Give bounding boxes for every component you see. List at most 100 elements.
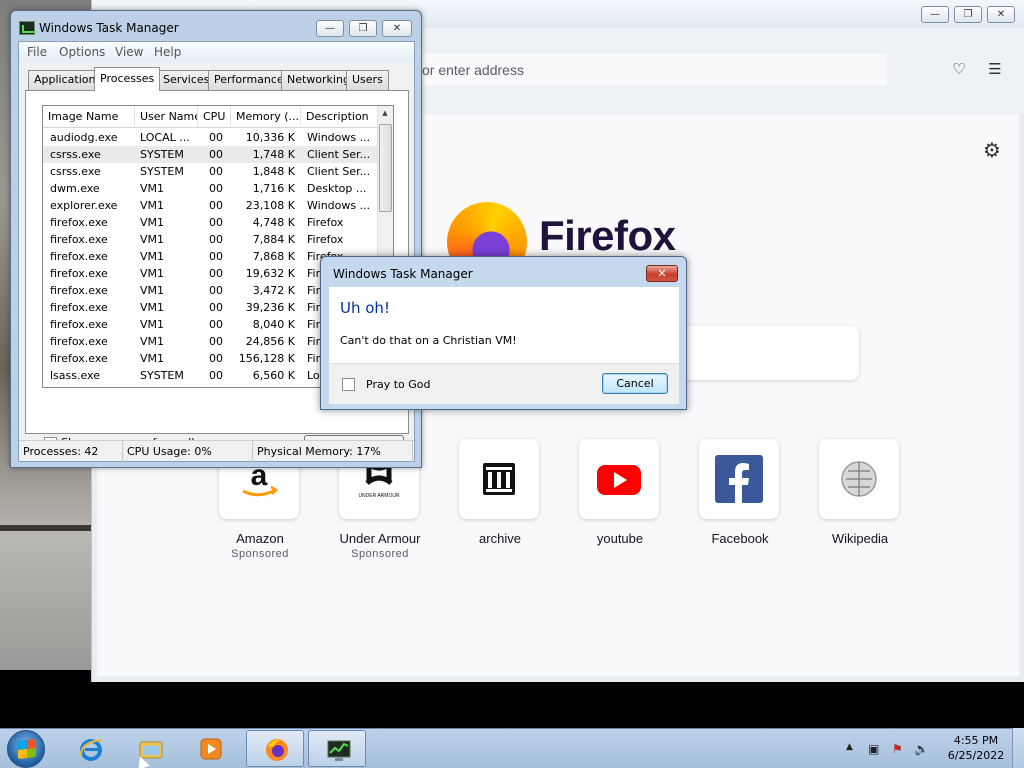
process-user-name: VM1 xyxy=(140,352,165,365)
tm-minimize-button[interactable]: — xyxy=(316,20,344,37)
taskbar-media-player[interactable] xyxy=(181,730,239,767)
clock[interactable]: 4:55 PM 6/25/2022 xyxy=(946,733,1006,763)
process-row[interactable]: csrss.exe SYSTEM 00 1,848 K Client Ser... xyxy=(43,163,379,180)
process-description: Windows ... xyxy=(307,199,371,212)
process-memory: 6,560 K xyxy=(252,369,295,382)
process-user-name: VM1 xyxy=(140,182,165,195)
youtube-icon xyxy=(597,465,641,495)
cancel-button[interactable]: Cancel xyxy=(602,373,668,394)
action-center-icon[interactable]: ⚑ xyxy=(892,742,903,756)
process-memory: 4,748 K xyxy=(252,216,295,229)
menu-bar: File Options View Help xyxy=(19,42,414,62)
network-icon[interactable]: ▣ xyxy=(868,742,879,756)
process-row[interactable]: csrss.exe SYSTEM 00 1,748 K Client Ser... xyxy=(43,146,379,163)
taskbar-file-explorer[interactable] xyxy=(121,730,179,767)
status-bar: Processes: 42 CPU Usage: 0% Physical Mem… xyxy=(19,440,414,462)
process-memory: 1,748 K xyxy=(252,148,295,161)
column-memory[interactable]: Memory (... xyxy=(231,106,301,128)
tab-services[interactable]: Services xyxy=(157,70,216,90)
address-bar[interactable]: or enter address xyxy=(392,54,887,86)
start-button[interactable] xyxy=(7,730,45,768)
pray-checkbox-label[interactable]: Pray to God xyxy=(366,378,431,391)
tile-label: Wikipedia xyxy=(831,531,889,546)
dialog-close-button[interactable]: ✕ xyxy=(646,265,678,282)
process-cpu: 00 xyxy=(209,182,223,195)
top-site-facebook[interactable]: Facebook xyxy=(699,439,781,546)
tile-label: archive xyxy=(479,531,521,546)
top-site-wikipedia[interactable]: Wikipedia xyxy=(819,439,901,546)
tile-box xyxy=(819,439,899,519)
menu-view[interactable]: View xyxy=(115,45,143,59)
process-cpu: 00 xyxy=(209,131,223,144)
process-user-name: SYSTEM xyxy=(140,369,184,382)
taskbar: ▲ ▣ ⚑ 🔈 xyxy=(0,728,1024,768)
menu-options[interactable]: Options xyxy=(59,45,105,59)
column-user-name[interactable]: User Name xyxy=(135,106,198,128)
process-description: Firefox xyxy=(307,216,344,229)
process-image-name: dwm.exe xyxy=(50,182,100,195)
menu-icon[interactable]: ☰ xyxy=(984,58,1006,80)
process-row[interactable]: audiodg.exe LOCAL ... 00 10,336 K Windows ..… xyxy=(43,129,379,146)
process-cpu: 00 xyxy=(209,352,223,365)
process-memory: 39,236 K xyxy=(245,301,295,314)
pocket-icon[interactable]: ♡ xyxy=(948,58,970,80)
scroll-up-arrow[interactable]: ▲ xyxy=(380,109,390,121)
top-site-youtube[interactable]: youtube xyxy=(579,439,661,546)
column-image-name[interactable]: Image Name xyxy=(43,106,135,128)
tile-label: Amazon xyxy=(236,531,284,546)
process-row[interactable]: firefox.exe VM1 00 7,884 K Firefox xyxy=(43,231,379,248)
tm-close-button[interactable]: ✕ xyxy=(382,20,412,37)
show-desktop-button[interactable] xyxy=(1012,728,1024,768)
minimize-button[interactable]: — xyxy=(921,6,949,23)
close-button[interactable]: ✕ xyxy=(987,6,1015,23)
process-memory: 23,108 K xyxy=(245,199,295,212)
tab-performance[interactable]: Performance xyxy=(208,70,290,90)
status-processes: Processes: 42 xyxy=(19,441,123,462)
process-row[interactable]: firefox.exe VM1 00 4,748 K Firefox xyxy=(43,214,379,231)
media-player-icon xyxy=(200,738,222,760)
menu-file[interactable]: File xyxy=(27,45,47,59)
process-user-name: VM1 xyxy=(140,250,165,263)
clock-date: 6/25/2022 xyxy=(947,749,1005,762)
process-user-name: VM1 xyxy=(140,318,165,331)
process-memory: 156,128 K xyxy=(238,352,295,365)
process-image-name: firefox.exe xyxy=(50,284,108,297)
pray-checkbox[interactable] xyxy=(342,378,355,391)
dialog-footer: Pray to God Cancel xyxy=(329,363,679,404)
tile-box xyxy=(699,439,779,519)
process-row[interactable]: explorer.exe VM1 00 23,108 K Windows ... xyxy=(43,197,379,214)
process-cpu: 00 xyxy=(209,301,223,314)
taskbar-task-manager[interactable] xyxy=(308,730,366,767)
process-image-name: firefox.exe xyxy=(50,216,108,229)
process-image-name: csrss.exe xyxy=(50,165,101,178)
process-image-name: firefox.exe xyxy=(50,301,108,314)
top-site-archive[interactable]: archive xyxy=(459,439,541,546)
volume-icon[interactable]: 🔈 xyxy=(914,742,929,756)
menu-help[interactable]: Help xyxy=(154,45,181,59)
tm-maximize-button[interactable]: ❐ xyxy=(349,20,377,37)
column-description[interactable]: Description xyxy=(301,106,379,128)
taskbar-internet-explorer[interactable] xyxy=(61,730,119,767)
dialog-heading: Uh oh! xyxy=(340,299,390,317)
process-user-name: SYSTEM xyxy=(140,148,184,161)
tab-networking[interactable]: Networking xyxy=(281,70,356,90)
gear-icon[interactable]: ⚙ xyxy=(983,138,1001,162)
dialog-title: Windows Task Manager xyxy=(333,267,473,281)
process-row[interactable]: dwm.exe VM1 00 1,716 K Desktop ... xyxy=(43,180,379,197)
taskbar-firefox[interactable] xyxy=(246,730,304,767)
process-user-name: VM1 xyxy=(140,335,165,348)
status-cpu: CPU Usage: 0% xyxy=(123,441,253,462)
tab-processes[interactable]: Processes xyxy=(94,67,161,91)
process-memory: 10,336 K xyxy=(245,131,295,144)
tile-sponsored: Sponsored xyxy=(231,548,289,560)
under-armour-caption: UNDER ARMOUR xyxy=(358,493,400,499)
firefox-wordmark: Firefox xyxy=(539,212,676,259)
dialog-message-area: Uh oh! Can't do that on a Christian VM! xyxy=(329,287,679,363)
show-hidden-icons-arrow[interactable]: ▲ xyxy=(846,742,853,752)
scrollbar-thumb[interactable] xyxy=(379,124,392,212)
maximize-button[interactable]: ❐ xyxy=(954,6,982,23)
process-cpu: 00 xyxy=(209,165,223,178)
tab-users[interactable]: Users xyxy=(346,70,389,90)
process-image-name: csrss.exe xyxy=(50,148,101,161)
column-cpu[interactable]: CPU xyxy=(198,106,231,128)
